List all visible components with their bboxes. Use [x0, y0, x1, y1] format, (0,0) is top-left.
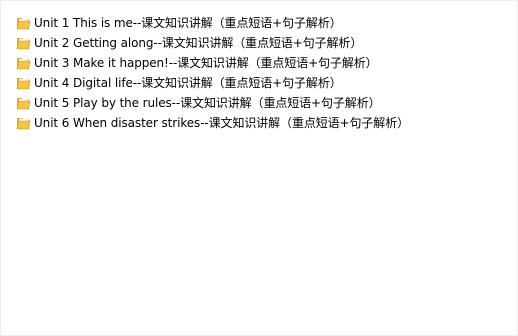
folder-name: Unit 3 Make it happen!--课文知识讲解（重点短语+句子解析…: [34, 56, 378, 70]
folder-icon: [15, 76, 32, 91]
folder-name: Unit 2 Getting along--课文知识讲解（重点短语+句子解析）: [34, 36, 363, 50]
folder-name: Unit 5 Play by the rules--课文知识讲解（重点短语+句子…: [34, 96, 381, 110]
folder-icon: [15, 36, 32, 51]
folder-item-unit-1[interactable]: Unit 1 This is me--课文知识讲解（重点短语+句子解析）: [15, 13, 409, 33]
folder-name: Unit 4 Digital life--课文知识讲解（重点短语+句子解析）: [34, 76, 342, 90]
folder-list: Unit 1 This is me--课文知识讲解（重点短语+句子解析） Uni…: [15, 13, 409, 133]
folder-item-unit-6[interactable]: Unit 6 When disaster strikes--课文知识讲解（重点短…: [15, 113, 409, 133]
folder-icon: [15, 16, 32, 31]
folder-icon: [15, 56, 32, 71]
folder-item-unit-5[interactable]: Unit 5 Play by the rules--课文知识讲解（重点短语+句子…: [15, 93, 409, 113]
file-list-pane: Unit 1 This is me--课文知识讲解（重点短语+句子解析） Uni…: [0, 0, 518, 336]
folder-icon: [15, 116, 32, 131]
folder-item-unit-2[interactable]: Unit 2 Getting along--课文知识讲解（重点短语+句子解析）: [15, 33, 409, 53]
folder-name: Unit 1 This is me--课文知识讲解（重点短语+句子解析）: [34, 16, 342, 30]
folder-icon: [15, 96, 32, 111]
folder-item-unit-3[interactable]: Unit 3 Make it happen!--课文知识讲解（重点短语+句子解析…: [15, 53, 409, 73]
folder-name: Unit 6 When disaster strikes--课文知识讲解（重点短…: [34, 116, 410, 130]
folder-item-unit-4[interactable]: Unit 4 Digital life--课文知识讲解（重点短语+句子解析）: [15, 73, 409, 93]
